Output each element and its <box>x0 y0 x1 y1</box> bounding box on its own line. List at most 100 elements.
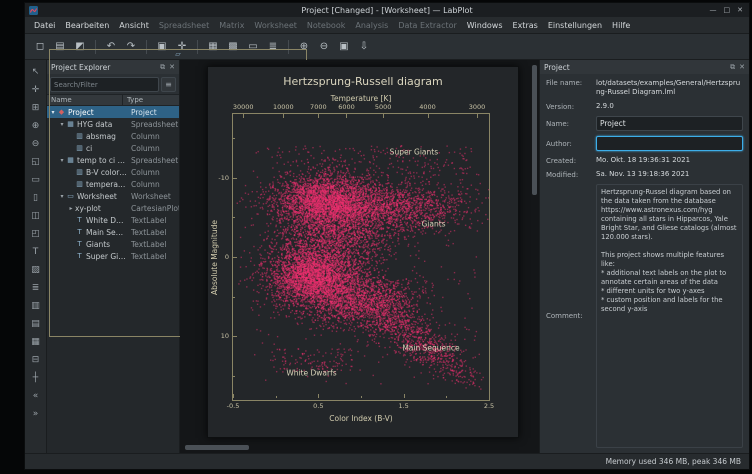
tool-add-plot-centered-button[interactable]: ◰ <box>27 226 44 242</box>
menu-datei[interactable]: Datei <box>29 19 60 32</box>
window-title: Project [Changed] - [Worksheet] — LabPlo… <box>25 6 749 15</box>
worksheet-page[interactable]: Hertzsprung-Russell diagram Temperature … <box>207 66 519 438</box>
tool-add-plot-box-button[interactable]: ◫ <box>27 208 44 224</box>
tool-select-button[interactable]: ↖ <box>27 64 44 80</box>
properties-title: Project <box>544 63 726 72</box>
y-tick-label: 0 <box>225 253 229 261</box>
x-tick-label: 1.5 <box>398 402 408 410</box>
comment-field[interactable]: Hertzsprung-Russel diagram based on the … <box>596 184 743 448</box>
x-tick-label: 2.5 <box>484 402 494 410</box>
x-axis-title[interactable]: Color Index (B-V) <box>232 414 490 423</box>
axis-tick-mark <box>489 394 490 398</box>
vertical-scrollbar[interactable] <box>532 65 537 195</box>
name-row: Name: <box>546 116 743 131</box>
close-button[interactable]: ✕ <box>737 3 743 17</box>
tool-layout-grid-button[interactable]: ▦ <box>27 334 44 350</box>
tree-row-xy-plot[interactable]: ▸▱xy-plotCartesianPlot <box>47 202 179 214</box>
maximize-button[interactable]: □ <box>724 3 731 17</box>
version-label: Version: <box>546 103 592 111</box>
temperature-tick-label: 3000 <box>469 103 486 111</box>
y-axis-title[interactable]: Absolute Magnitude <box>208 113 220 401</box>
close-dock-icon[interactable]: ✕ <box>739 63 745 71</box>
plot-label-giants[interactable]: Giants <box>421 219 445 228</box>
export-button[interactable]: ⇩ <box>355 38 373 56</box>
axis-tick-mark <box>346 114 347 118</box>
float-dock-icon[interactable]: ⧉ <box>730 63 735 72</box>
temperature-tick-label: 5000 <box>375 103 392 111</box>
minimize-button[interactable]: — <box>710 3 717 17</box>
menu-notebook[interactable]: Notebook <box>302 19 350 32</box>
y-tick-label: 10 <box>221 332 229 340</box>
temperature-tick-label: 6000 <box>338 103 355 111</box>
tool-shift-left-button[interactable]: « <box>27 388 44 404</box>
plot-icon: ▱ <box>49 106 179 337</box>
axis-tick-mark <box>233 297 235 298</box>
axis-tick-mark <box>243 114 244 118</box>
zoom-fit-button[interactable]: ▣ <box>335 38 353 56</box>
new-project-button[interactable]: ◻ <box>31 38 49 56</box>
tool-zoom-fit-button[interactable]: ◱ <box>27 154 44 170</box>
temperature-tick-label: 10000 <box>273 103 294 111</box>
y-tick-label: -10 <box>218 174 229 182</box>
menu-bar: DateiBearbeitenAnsichtSpreadsheetMatrixW… <box>25 17 749 34</box>
axis-tick-mark <box>233 336 237 337</box>
name-field[interactable] <box>596 116 743 131</box>
menu-einstellungen[interactable]: Einstellungen <box>543 19 607 32</box>
axis-tick-mark <box>404 394 405 398</box>
title-bar[interactable]: Project [Changed] - [Worksheet] — LabPlo… <box>25 3 749 17</box>
plot-label-super-giants[interactable]: Super Giants <box>390 148 438 157</box>
tool-zoom-select-button[interactable]: ⊞ <box>27 100 44 116</box>
zoom-out-button[interactable]: ⊖ <box>315 38 333 56</box>
file-name-label: File name: <box>546 79 592 87</box>
menu-data-extractor[interactable]: Data Extractor <box>393 19 461 32</box>
tool-pan-button[interactable]: ✛ <box>27 82 44 98</box>
file-name-row: File name: lot/datasets/examples/General… <box>546 79 743 97</box>
axis-tick-mark <box>477 114 478 118</box>
worksheet-toolbar: ↖ ✛ ⊞ ⊕ ⊖ ◱ ▭ ▯ ◫ ◰ T ▨ ≣ ▥ ▤ ▦ ⊟ ┼ « » <box>25 60 47 453</box>
tool-add-image-button[interactable]: ▨ <box>27 262 44 278</box>
project-properties-form: File name: lot/datasets/examples/General… <box>540 74 749 453</box>
menu-extras[interactable]: Extras <box>508 19 543 32</box>
tool-shift-right-button[interactable]: » <box>27 406 44 422</box>
menu-worksheet[interactable]: Worksheet <box>249 19 301 32</box>
plot-area[interactable]: Super Giants Giants Main Sequence White Dwa… <box>232 113 490 401</box>
tool-add-plot-button[interactable]: ▭ <box>27 172 44 188</box>
menu-windows[interactable]: Windows <box>462 19 508 32</box>
tool-cursor-button[interactable]: ┼ <box>27 370 44 386</box>
scatter-canvas[interactable] <box>233 114 489 400</box>
plot-label-main-sequence[interactable]: Main Sequence <box>402 343 459 352</box>
created-row: Created: Mo. Okt. 18 19:36:31 2021 <box>546 156 743 165</box>
menu-spreadsheet[interactable]: Spreadsheet <box>154 19 214 32</box>
menu-hilfe[interactable]: Hilfe <box>607 19 635 32</box>
modified-label: Modified: <box>546 171 592 179</box>
name-label: Name: <box>546 120 592 128</box>
plot-label-white-dwarfs[interactable]: White Dwarfs <box>286 368 336 377</box>
menu-analysis[interactable]: Analysis <box>350 19 393 32</box>
tool-zoom-in-button[interactable]: ⊕ <box>27 118 44 134</box>
main-area: ↖ ✛ ⊞ ⊕ ⊖ ◱ ▭ ▯ ◫ ◰ T ▨ ≣ ▥ ▤ ▦ ⊟ ┼ « » Project Explorer ⧉ … <box>25 60 749 453</box>
top-axis-title[interactable]: Temperature [K] <box>232 94 490 103</box>
tool-layout-horizontal-button[interactable]: ▤ <box>27 316 44 332</box>
axis-tick-mark <box>233 257 237 258</box>
comment-row: Comment: Hertzsprung-Russel diagram base… <box>546 184 743 448</box>
menu-bearbeiten[interactable]: Bearbeiten <box>60 19 114 32</box>
tool-add-plot-two-axes-button[interactable]: ▯ <box>27 190 44 206</box>
menu-matrix[interactable]: Matrix <box>214 19 249 32</box>
horizontal-scrollbar[interactable] <box>185 445 249 450</box>
menu-ansicht[interactable]: Ansicht <box>114 19 154 32</box>
tool-zoom-out-button[interactable]: ⊖ <box>27 136 44 152</box>
tool-layout-vertical-button[interactable]: ▥ <box>27 298 44 314</box>
tool-add-text-label-button[interactable]: T <box>27 244 44 260</box>
author-field[interactable] <box>596 136 743 151</box>
plot-title[interactable]: Hertzsprung-Russell diagram <box>208 75 518 88</box>
axis-tick-mark <box>276 396 277 398</box>
axis-tick-mark <box>233 394 234 398</box>
project-explorer-dock: Project Explorer ⧉ ✕ ≡ Name Type ▾◆Proje… <box>47 60 180 453</box>
version-value: 2.9.0 <box>596 102 743 111</box>
tool-add-legend-button[interactable]: ≣ <box>27 280 44 296</box>
tool-layout-break-button[interactable]: ⊟ <box>27 352 44 368</box>
properties-dock: Project ⧉ ✕ File name: lot/datasets/exam… <box>539 60 749 453</box>
version-row: Version: 2.9.0 <box>546 102 743 111</box>
project-tree: ▾◆ProjectProject▾▦HYG dataSpreadsheet▥ab… <box>47 106 179 453</box>
author-row: Author: <box>546 136 743 151</box>
